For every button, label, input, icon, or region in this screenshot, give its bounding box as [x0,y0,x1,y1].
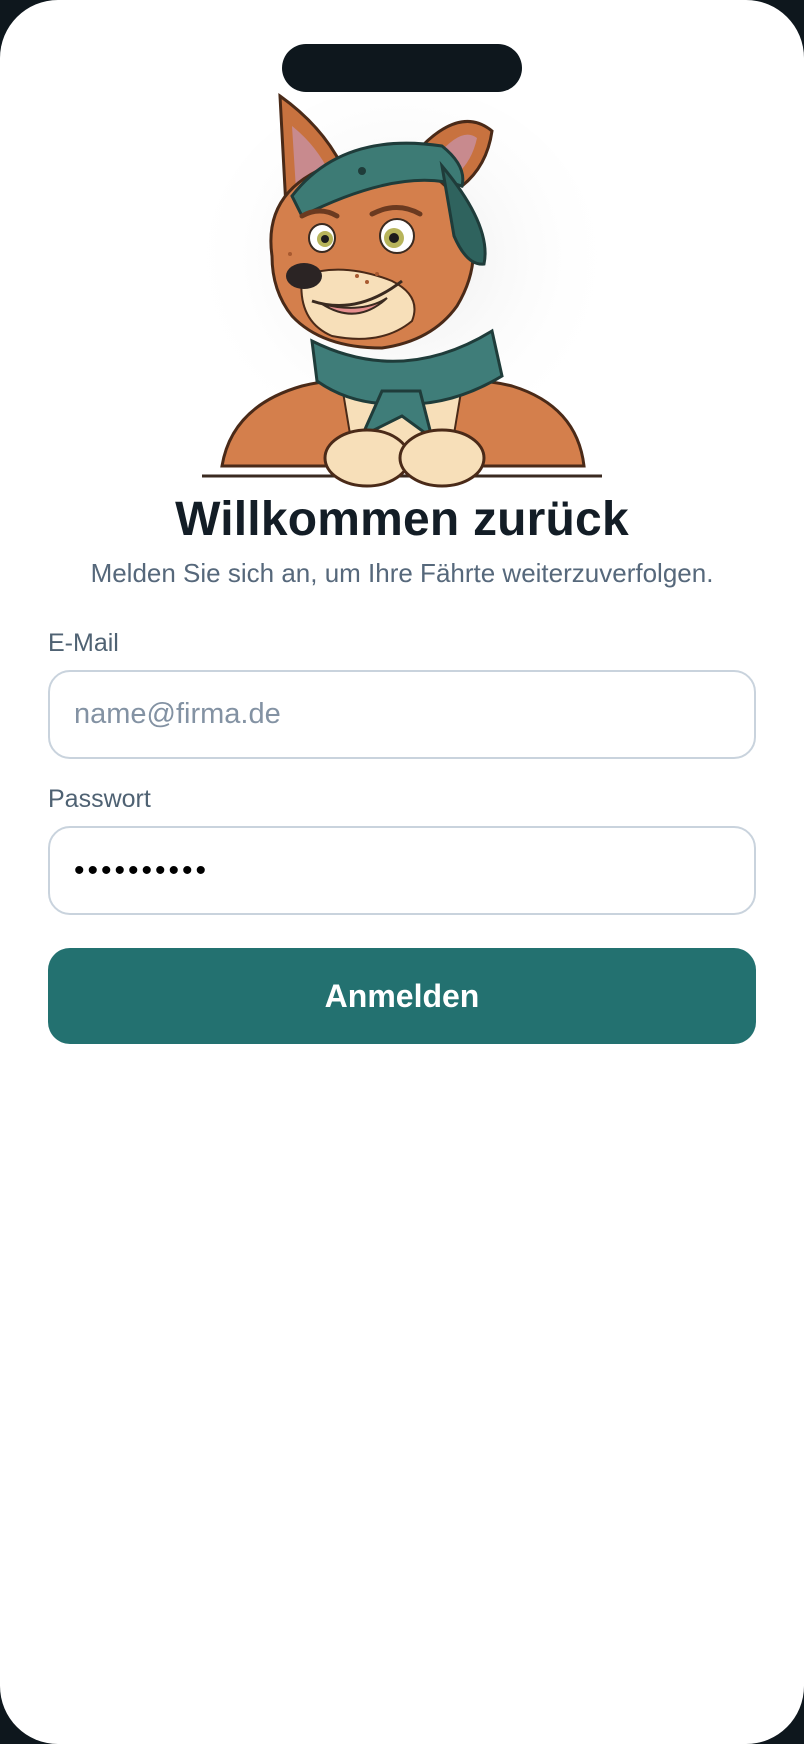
email-field[interactable] [48,670,756,759]
wolf-mascot-icon [192,86,612,506]
dynamic-island [282,44,522,92]
email-label: E-Mail [48,629,119,657]
phone-screen: Willkommen zurück Melden Sie sich an, um… [0,0,804,1744]
password-field[interactable] [48,826,756,915]
login-button[interactable]: Anmelden [48,948,756,1044]
page-title: Willkommen zurück [175,493,629,546]
password-label: Passwort [48,785,151,813]
page-subtitle: Melden Sie sich an, um Ihre Fährte weite… [90,558,714,588]
